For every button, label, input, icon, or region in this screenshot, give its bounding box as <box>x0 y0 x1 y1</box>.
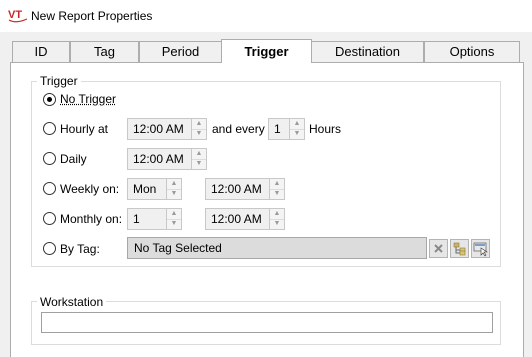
daily-time-field[interactable]: 12:00 AM <box>127 148 192 170</box>
monthly-label[interactable]: Monthly on: <box>60 212 122 226</box>
no-trigger-radio[interactable] <box>43 93 56 106</box>
hourly-interval-spinner[interactable]: ▲ ▼ <box>289 118 305 140</box>
monthly-day-spinner[interactable]: ▲ ▼ <box>166 208 182 230</box>
by-tag-label[interactable]: By Tag: <box>60 242 100 256</box>
weekly-day-field[interactable]: Mon <box>127 178 167 200</box>
workstation-group-label: Workstation <box>37 295 107 309</box>
hourly-time-field[interactable]: 12:00 AM <box>127 118 192 140</box>
title-bar: VT New Report Properties <box>0 0 532 32</box>
no-trigger-label[interactable]: No Trigger <box>60 92 116 106</box>
workstation-field[interactable] <box>41 312 493 333</box>
weekly-day-spinner[interactable]: ▲ ▼ <box>166 178 182 200</box>
weekly-label[interactable]: Weekly on: <box>60 182 119 196</box>
window-title: New Report Properties <box>31 9 153 23</box>
tab-period[interactable]: Period <box>139 41 222 62</box>
weekly-radio[interactable] <box>43 182 56 195</box>
tag-tree-button[interactable] <box>450 239 469 258</box>
tab-id[interactable]: ID <box>12 41 70 62</box>
tag-display-field[interactable]: No Tag Selected <box>127 237 427 259</box>
monthly-time-field[interactable]: 12:00 AM <box>205 208 270 230</box>
weekly-time-field[interactable]: 12:00 AM <box>205 178 270 200</box>
trigger-group-label: Trigger <box>37 74 81 88</box>
hours-label: Hours <box>309 122 342 136</box>
hourly-time-spinner[interactable]: ▲ ▼ <box>191 118 207 140</box>
monthly-day-field[interactable]: 1 <box>127 208 167 230</box>
hourly-label[interactable]: Hourly at <box>60 122 108 136</box>
tag-browse-button[interactable] <box>471 239 490 258</box>
close-icon <box>434 244 443 253</box>
daily-time-spinner[interactable]: ▲ ▼ <box>191 148 207 170</box>
tag-tree-icon <box>453 242 466 256</box>
weekly-time-spinner[interactable]: ▲ ▼ <box>269 178 285 200</box>
hourly-radio[interactable] <box>43 122 56 135</box>
daily-radio[interactable] <box>43 152 56 165</box>
monthly-time-spinner[interactable]: ▲ ▼ <box>269 208 285 230</box>
and-every-label: and every <box>212 122 265 136</box>
monthly-radio[interactable] <box>43 212 56 225</box>
tag-browse-icon <box>473 242 488 257</box>
tab-options[interactable]: Options <box>424 41 520 62</box>
svg-text:VT: VT <box>8 9 22 21</box>
tab-destination[interactable]: Destination <box>311 41 424 62</box>
tab-trigger[interactable]: Trigger <box>221 39 312 63</box>
tab-tag[interactable]: Tag <box>70 41 139 62</box>
by-tag-radio[interactable] <box>43 242 56 255</box>
hourly-interval-field[interactable]: 1 <box>268 118 290 140</box>
daily-label[interactable]: Daily <box>60 152 87 166</box>
app-logo-icon: VT <box>8 9 28 23</box>
clear-tag-button[interactable] <box>429 239 448 258</box>
